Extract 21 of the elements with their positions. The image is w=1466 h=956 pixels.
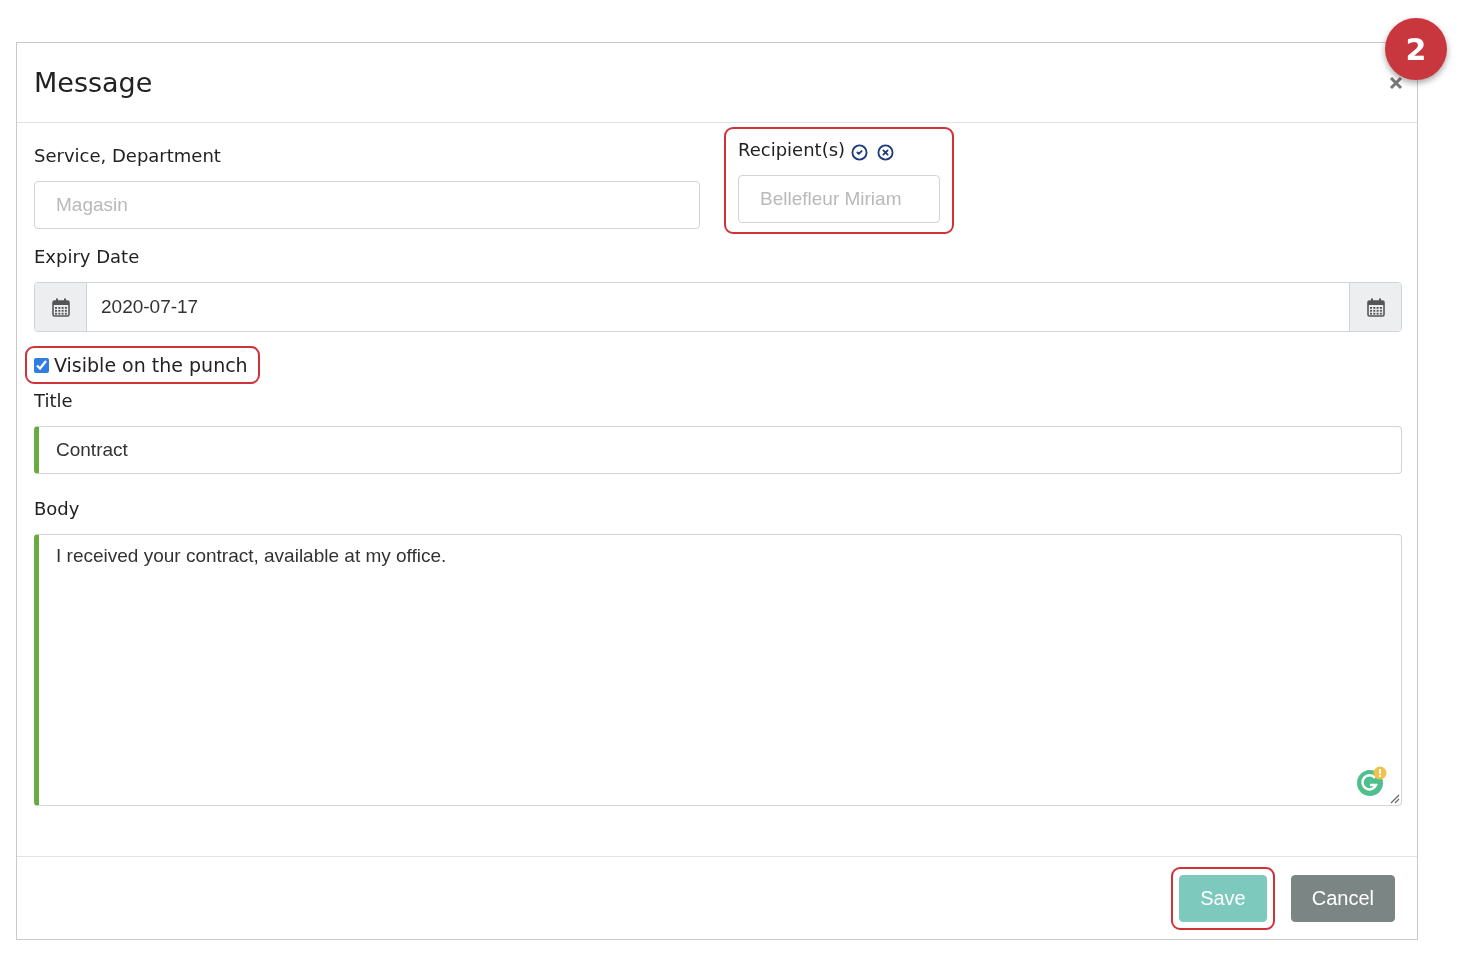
input-field[interactable]: Magasin	[34, 181, 700, 229]
field-label: Title	[34, 390, 74, 412]
cancel-button[interactable]: Cancel	[1290, 874, 1395, 922]
calendar-icon	[1366, 297, 1385, 317]
checkbox-label: Visible on the punch	[54, 354, 248, 376]
input-field[interactable]: Contract	[34, 426, 1402, 474]
field-label: Expiry Date	[34, 246, 141, 268]
checkbox[interactable]	[34, 357, 49, 373]
field-label: Recipient(s)	[738, 139, 846, 161]
field-label: Service, Department	[34, 145, 222, 167]
step-badge: 2	[1385, 18, 1447, 80]
x-circle-icon[interactable]	[877, 143, 895, 161]
resize-handle-icon[interactable]	[1390, 794, 1400, 804]
calendar-icon	[51, 297, 70, 317]
close-icon[interactable]	[1389, 75, 1403, 90]
field-label: Body	[34, 498, 81, 520]
dialog-title: Message	[34, 67, 153, 98]
check-circle-icon[interactable]	[851, 143, 869, 161]
input-field[interactable]: Bellefleur Miriam	[738, 175, 940, 223]
date-field[interactable]: 2020-07-17	[34, 282, 1402, 332]
text-area[interactable]: I received your contract, available at my office.	[34, 534, 1402, 806]
